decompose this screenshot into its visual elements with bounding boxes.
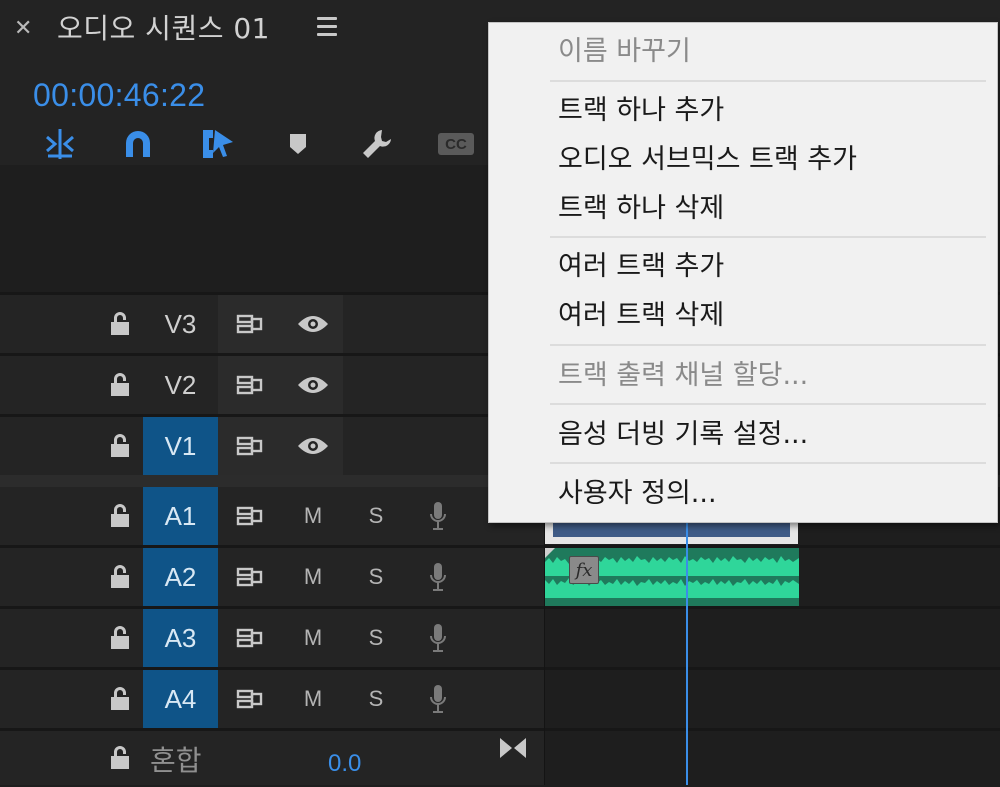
mix-track-header — [0, 731, 545, 785]
mute-button[interactable]: M — [288, 609, 338, 667]
track-target-v3[interactable]: V3 — [143, 295, 218, 353]
solo-button[interactable]: S — [351, 548, 401, 606]
lock-icon[interactable] — [100, 609, 140, 667]
microphone-icon[interactable] — [418, 548, 458, 606]
linked-selection-icon[interactable] — [196, 124, 240, 164]
microphone-icon[interactable] — [418, 670, 458, 728]
sync-lock-icon[interactable] — [220, 487, 280, 545]
solo-button[interactable]: S — [351, 487, 401, 545]
sync-lock-icon[interactable] — [220, 670, 280, 728]
go-to-in-out-icon[interactable] — [498, 736, 528, 760]
menu-item-delete-tracks[interactable]: 여러 트랙 삭제 — [558, 300, 724, 332]
close-tab-icon[interactable]: ✕ — [14, 16, 32, 42]
eye-icon[interactable] — [283, 356, 343, 414]
sync-lock-icon[interactable] — [220, 609, 280, 667]
playhead-line[interactable] — [686, 520, 688, 785]
menu-divider — [550, 462, 986, 464]
fx-badge[interactable]: fx — [569, 556, 599, 584]
menu-divider — [550, 403, 986, 405]
lock-icon[interactable] — [100, 729, 140, 787]
menu-item-add-tracks[interactable]: 여러 트랙 추가 — [558, 251, 724, 283]
clip-corner-marker — [545, 548, 555, 558]
magnet-snap-icon[interactable] — [118, 124, 158, 164]
lock-icon[interactable] — [100, 548, 140, 606]
captions-icon[interactable]: CC — [434, 124, 478, 164]
menu-item-add-submix-track[interactable]: 오디오 서브믹스 트랙 추가 — [558, 144, 857, 176]
eye-icon[interactable] — [283, 417, 343, 475]
microphone-icon[interactable] — [418, 487, 458, 545]
sequence-title[interactable]: 오디오 시퀀스 01 — [57, 12, 270, 46]
captions-label: CC — [438, 133, 474, 155]
wrench-settings-icon[interactable] — [356, 124, 398, 164]
track-target-a4[interactable]: A4 — [143, 670, 218, 728]
menu-item-assign-output-channels[interactable]: 트랙 출력 채널 할당... — [558, 360, 808, 392]
mix-volume-value[interactable]: 0.0 — [328, 749, 361, 779]
eye-icon[interactable] — [283, 295, 343, 353]
menu-item-voiceover-settings[interactable]: 음성 더빙 기록 설정... — [558, 419, 808, 451]
playhead-timecode[interactable]: 00:00:46:22 — [33, 76, 205, 114]
lock-icon[interactable] — [100, 356, 140, 414]
track-target-a2[interactable]: A2 — [143, 548, 218, 606]
microphone-icon[interactable] — [418, 609, 458, 667]
menu-item-rename[interactable]: 이름 바꾸기 — [558, 36, 691, 68]
mute-button[interactable]: M — [288, 487, 338, 545]
track-target-a3[interactable]: A3 — [143, 609, 218, 667]
menu-item-customize[interactable]: 사용자 정의... — [558, 478, 717, 510]
timeline-lane-a4[interactable] — [545, 670, 1000, 728]
solo-button[interactable]: S — [351, 670, 401, 728]
lock-icon[interactable] — [100, 417, 140, 475]
track-target-a1[interactable]: A1 — [143, 487, 218, 545]
sync-lock-icon[interactable] — [220, 548, 280, 606]
menu-divider — [550, 344, 986, 346]
lock-icon[interactable] — [100, 670, 140, 728]
sync-lock-icon[interactable] — [220, 417, 280, 475]
add-marker-icon[interactable] — [280, 124, 316, 164]
menu-item-add-track[interactable]: 트랙 하나 추가 — [558, 95, 724, 127]
track-target-v1[interactable]: V1 — [143, 417, 218, 475]
mute-button[interactable]: M — [288, 670, 338, 728]
sync-lock-icon[interactable] — [220, 356, 280, 414]
solo-button[interactable]: S — [351, 609, 401, 667]
lock-icon[interactable] — [100, 295, 140, 353]
mute-button[interactable]: M — [288, 548, 338, 606]
menu-divider — [550, 236, 986, 238]
timeline-lane-mix[interactable] — [545, 731, 1000, 785]
ripple-snap-icon[interactable] — [40, 124, 80, 164]
timeline-lane-a3[interactable] — [545, 609, 1000, 667]
menu-divider — [550, 80, 986, 82]
lock-icon[interactable] — [100, 487, 140, 545]
track-target-v2[interactable]: V2 — [143, 356, 218, 414]
sync-lock-icon[interactable] — [220, 295, 280, 353]
menu-item-delete-track[interactable]: 트랙 하나 삭제 — [558, 193, 724, 225]
panel-menu-icon[interactable] — [317, 17, 337, 41]
mix-track-label: 혼합 — [150, 744, 202, 777]
